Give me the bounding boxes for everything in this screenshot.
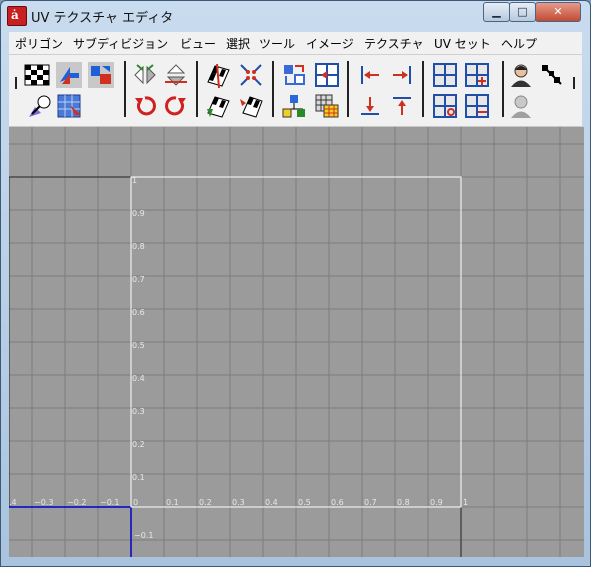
minimize-button[interactable]: ▁ — [483, 2, 510, 22]
x-axis-label: 0.3 — [232, 498, 245, 507]
y-axis-label: 0.1 — [132, 473, 145, 482]
toolbar-separator — [347, 61, 349, 117]
image-display-icon[interactable] — [432, 62, 458, 88]
person-grey-icon[interactable] — [508, 93, 534, 119]
toolbar-separator — [124, 61, 126, 117]
maya-app-icon: ȧ — [7, 6, 27, 26]
x-axis-label: 0.7 — [364, 498, 377, 507]
cut-uv-icon[interactable] — [205, 62, 231, 88]
menu-subdivision[interactable]: サブディビジョン — [73, 35, 168, 52]
checker-toggle-icon[interactable] — [539, 62, 565, 88]
rotate-ccw-icon[interactable] — [132, 93, 158, 119]
menu-tools[interactable]: ツール — [259, 35, 295, 52]
menu-view[interactable]: ビュー — [180, 35, 216, 52]
split-icon[interactable] — [314, 62, 340, 88]
flip-vertical-icon[interactable] — [163, 62, 189, 88]
toolbar-separator — [422, 61, 424, 117]
menu-bar: ポリゴン サブディビジョン ビュー 選択 ツール イメージ テクスチャ UV セ… — [9, 32, 582, 55]
x-axis-label: 0.1 — [166, 498, 179, 507]
toolbar-separator — [502, 61, 504, 117]
y-axis-label: 0.6 — [132, 308, 145, 317]
remove-image-icon[interactable] — [432, 93, 458, 119]
maximize-button[interactable]: □ — [509, 2, 536, 22]
x-axis-label: 0.8 — [397, 498, 410, 507]
align-bottom-icon[interactable] — [357, 93, 383, 119]
x-axis-label: 0.5 — [298, 498, 311, 507]
uv-texture-editor-window: ȧ UV テクスチャ エディタ ▁ □ ✕ ポリゴン サブディビジョン ビュー … — [0, 0, 591, 567]
flip-horizontal-icon[interactable] — [132, 62, 158, 88]
x-axis-label: 0.2 — [199, 498, 212, 507]
sew-uv-icon[interactable] — [238, 62, 264, 88]
toolbar-separator — [15, 77, 17, 89]
y-axis-label: 0.9 — [132, 209, 145, 218]
move-uv-icon[interactable] — [238, 93, 264, 119]
x-axis-label: 1 — [463, 498, 468, 507]
add-image-icon[interactable] — [464, 62, 490, 88]
picker-icon[interactable] — [27, 93, 53, 119]
align-right-icon[interactable] — [389, 62, 415, 88]
rotate-cw-icon[interactable] — [163, 93, 189, 119]
align-top-icon[interactable] — [389, 93, 415, 119]
window-title: UV テクスチャ エディタ — [31, 11, 174, 26]
x-axis-label: −0.2 — [67, 498, 86, 507]
grid-layout-icon[interactable] — [314, 93, 340, 119]
title-bar[interactable]: ȧ UV テクスチャ エディタ ▁ □ ✕ — [1, 1, 590, 31]
menu-image[interactable]: イメージ — [306, 35, 354, 52]
x-axis-label: −0.3 — [34, 498, 53, 507]
uv-grid[interactable]: 1 0.9 0.8 0.7 0.6 0.5 0.4 0.3 0.2 0.1 -0.4 −0.3 −0.2… — [9, 127, 584, 557]
unfold-icon[interactable] — [281, 62, 307, 88]
layout-icon[interactable] — [281, 93, 307, 119]
toolbar-separator — [272, 61, 274, 117]
y-axis-label: 0.5 — [132, 341, 145, 350]
y-axis-label: 1 — [132, 176, 137, 185]
toolbar-separator — [573, 77, 575, 89]
y-axis-label: 0.4 — [132, 374, 145, 383]
y-axis-label: 0.3 — [132, 407, 145, 416]
x-axis-label: 0 — [133, 498, 138, 507]
person-icon[interactable] — [508, 62, 534, 88]
move-sew-icon[interactable] — [205, 93, 231, 119]
y-axis-label: 0.2 — [132, 440, 145, 449]
menu-help[interactable]: ヘルプ — [501, 35, 537, 52]
flip-arrows-icon[interactable] — [88, 62, 114, 88]
toolbar-separator — [196, 61, 198, 117]
uv-viewport[interactable]: 1 0.9 0.8 0.7 0.6 0.5 0.4 0.3 0.2 0.1 -0.4 −0.3 −0.2… — [9, 127, 584, 557]
close-button[interactable]: ✕ — [535, 2, 581, 22]
menu-texture[interactable]: テクスチャ — [364, 35, 424, 52]
uv-grid-icon[interactable] — [57, 93, 83, 119]
x-axis-label: -0.4 — [9, 498, 17, 507]
toggle-image-icon[interactable] — [464, 93, 490, 119]
menu-polygon[interactable]: ポリゴン — [15, 35, 63, 52]
x-axis-label: −0.1 — [100, 498, 119, 507]
menu-uv-set[interactable]: UV セット — [434, 35, 491, 52]
y-axis-label: 0.7 — [132, 275, 145, 284]
y-axis-label: 0.8 — [132, 242, 145, 251]
x-axis-label: 0.9 — [430, 498, 443, 507]
select-arrow-icon[interactable] — [56, 62, 82, 88]
x-axis-label: 0.6 — [331, 498, 344, 507]
y-axis-label-negative: −0.1 — [134, 531, 153, 540]
menu-select[interactable]: 選択 — [226, 35, 250, 52]
checker-map-icon[interactable] — [24, 62, 50, 88]
toolbar — [9, 55, 582, 127]
x-axis-label: 0.4 — [265, 498, 278, 507]
align-left-icon[interactable] — [357, 62, 383, 88]
